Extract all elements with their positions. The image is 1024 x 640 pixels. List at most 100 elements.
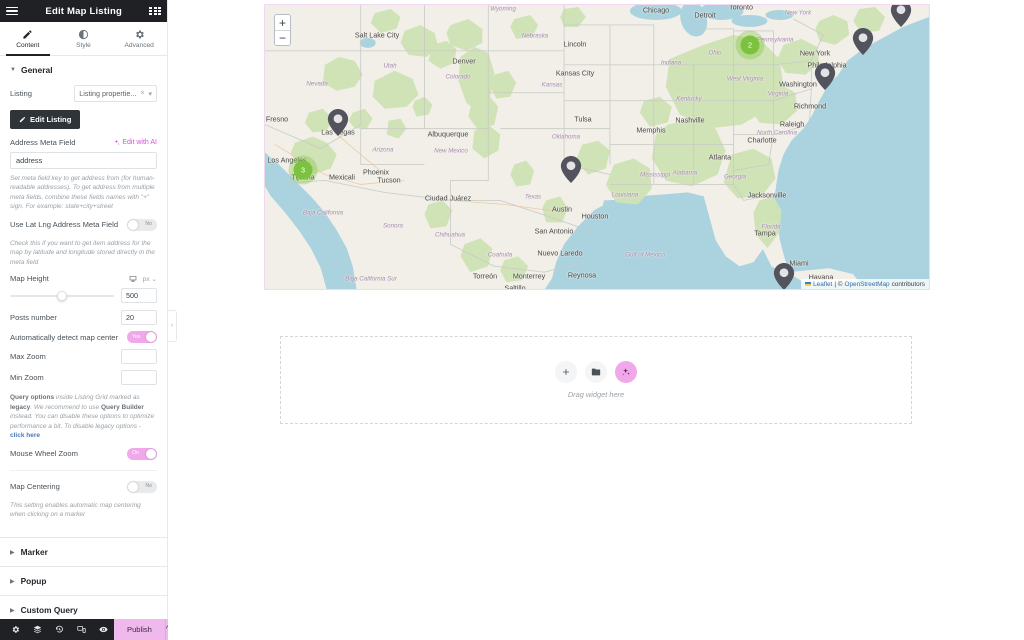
map-label: New York [784, 9, 812, 17]
responsive-mode-icon[interactable] [70, 619, 92, 640]
zoom-out-button[interactable]: − [275, 30, 290, 45]
listing-select[interactable]: Listing propertie... × ▾ [74, 85, 157, 102]
map-label: Louisiana [611, 191, 639, 199]
control-latlng: Use Lat Lng Address Meta Field No [0, 216, 167, 234]
query-options-notice: Query options inside Listing Grid marked… [0, 388, 167, 444]
map-label: Fresno [265, 114, 289, 124]
desktop-icon[interactable] [129, 275, 137, 283]
widget-drop-zone[interactable]: Drag widget here [280, 336, 912, 424]
panel-body: ▼ General Listing Listing propertie... ×… [0, 56, 167, 619]
add-template-button[interactable] [585, 361, 607, 383]
section-general[interactable]: ▼ General [0, 56, 167, 82]
map-pin-marker[interactable] [852, 28, 874, 55]
map-cluster-marker[interactable]: 3 [293, 160, 313, 180]
map-label: New York [799, 48, 831, 58]
tab-advanced[interactable]: Advanced [111, 22, 167, 55]
notice-bold-1: Query options [10, 394, 55, 402]
panel-collapse-handle[interactable]: ‹ [168, 310, 177, 342]
map-label: Utah [383, 62, 397, 70]
map-label: New Mexico [434, 147, 468, 155]
widget-buttons [555, 361, 637, 383]
map-label: Lincoln [563, 39, 587, 49]
map-centering-help: This setting enables automatic map cente… [10, 501, 141, 518]
listing-label: Listing [10, 88, 32, 98]
auto-center-toggle[interactable]: Yes [127, 331, 157, 344]
chevron-right-icon: ▶ [10, 607, 15, 614]
publish-button[interactable]: Publish [114, 619, 165, 640]
map-cluster-marker[interactable]: 2 [740, 35, 760, 55]
map-height-unit[interactable]: px ⌄ [143, 275, 157, 283]
toggle-knob [146, 332, 156, 343]
map-label: Wyoming [490, 5, 516, 13]
tab-style[interactable]: Style [56, 22, 112, 55]
openstreetmap-link[interactable]: OpenStreetMap [844, 281, 889, 288]
zoom-in-button[interactable]: + [275, 15, 290, 30]
tab-advanced-label: Advanced [124, 41, 154, 49]
accordion-popup-label: Popup [20, 576, 47, 587]
map-pin-marker[interactable] [814, 63, 836, 90]
edit-listing-button[interactable]: Edit Listing [10, 110, 81, 129]
clear-icon[interactable]: × [140, 90, 144, 97]
map-label: Nuevo Laredo [537, 248, 583, 258]
map-label: Salt Lake City [354, 30, 400, 40]
slider-thumb[interactable] [56, 290, 67, 301]
map-height-label: Map Height [10, 273, 49, 283]
map-centering-toggle[interactable]: No [127, 480, 157, 493]
latlng-help: Check this if you want to get item addre… [10, 239, 155, 266]
map-label: Sonora [383, 222, 403, 230]
map-label: Baja California Sur [345, 275, 397, 283]
address-meta-input[interactable] [10, 152, 157, 169]
attribution-separator: | © [834, 280, 843, 288]
edit-with-ai-link[interactable]: Edit with AI [113, 139, 157, 146]
map-centering-toggle-state: No [145, 483, 152, 490]
map-height-input[interactable] [121, 288, 157, 304]
map-label: Monterrey [512, 271, 546, 281]
map-label: Mississippi [640, 171, 670, 179]
add-widget-button[interactable] [555, 361, 577, 383]
posts-number-input[interactable] [121, 310, 157, 326]
preview-eye-icon[interactable] [92, 619, 114, 640]
drop-zone-label: Drag widget here [567, 390, 625, 399]
chevron-right-icon: ▶ [10, 578, 15, 585]
gear-icon[interactable] [4, 619, 26, 640]
map-label: Chihuahua [435, 231, 465, 239]
accordion-popup[interactable]: ▶ Popup [0, 567, 167, 595]
posts-number-label: Posts number [10, 313, 57, 323]
panel-tabs: Content Style Advanced [0, 22, 167, 56]
footer-icon-group [0, 619, 114, 640]
map-label: Gulf of Mexico [625, 251, 665, 259]
map-pin-marker[interactable] [327, 109, 349, 136]
accordion-marker[interactable]: ▶ Marker [0, 537, 167, 566]
leaflet-link[interactable]: Leaflet [813, 281, 832, 288]
hamburger-icon[interactable] [6, 6, 18, 16]
mouse-wheel-label: Mouse Wheel Zoom [10, 448, 78, 458]
map-label: Tucson [377, 175, 401, 185]
map-pin-marker[interactable] [890, 5, 912, 27]
map-height-slider-row [0, 286, 167, 307]
map-pin-marker[interactable] [773, 263, 795, 289]
mouse-wheel-toggle[interactable]: On [127, 447, 157, 460]
map-label: Pennsylvania [756, 36, 794, 44]
map-pin-marker[interactable] [560, 156, 582, 183]
chevron-down-icon: ▾ [148, 90, 152, 98]
edit-with-ai-label: Edit with AI [122, 139, 157, 146]
tab-content[interactable]: Content [0, 22, 56, 56]
map-height-slider[interactable] [10, 290, 114, 301]
latlng-toggle[interactable]: No [127, 218, 157, 231]
map-label: Tampa [754, 228, 776, 238]
click-here-link[interactable]: click here [10, 432, 40, 439]
history-icon[interactable] [48, 619, 70, 640]
latlng-toggle-state: No [145, 221, 152, 228]
map-label: Baja California [302, 209, 344, 217]
max-zoom-input[interactable] [121, 349, 157, 365]
grid-apps-icon[interactable] [149, 6, 161, 16]
accordion-marker-label: Marker [20, 547, 48, 558]
min-zoom-input[interactable] [121, 370, 157, 386]
ai-button[interactable] [615, 361, 637, 383]
accordion-custom-query[interactable]: ▶ Custom Query [0, 596, 167, 619]
map-widget[interactable]: Wyoming Salt Lake City Nebraska Lincoln Denv… [264, 4, 930, 290]
address-meta-row: Address Meta Field Edit with AI [0, 131, 167, 150]
layers-icon[interactable] [26, 619, 48, 640]
map-label: North Carolina [757, 129, 797, 137]
map-label: Kansas [541, 81, 563, 89]
